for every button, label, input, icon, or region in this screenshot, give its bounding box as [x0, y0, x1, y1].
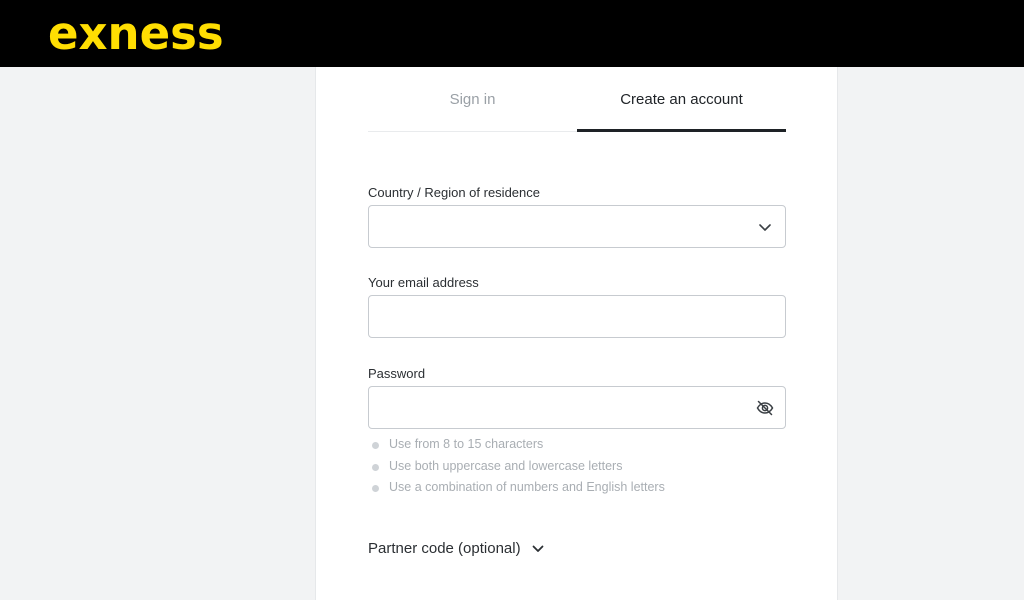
password-rule: Use a combination of numbers and English… [368, 480, 665, 502]
auth-card: Sign in Create an account Country / Regi… [315, 67, 838, 600]
password-field [368, 386, 786, 429]
email-label: Your email address [368, 275, 479, 290]
password-input[interactable] [381, 387, 745, 428]
chevron-down-icon [532, 545, 543, 552]
exness-logo[interactable]: exness [48, 6, 224, 62]
password-label: Password [368, 366, 426, 381]
bullet-icon [372, 442, 379, 449]
password-rules: Use from 8 to 15 characters Use both upp… [368, 437, 665, 502]
partner-code-toggle[interactable]: Partner code (optional) [368, 540, 545, 557]
country-label: Country / Region of residence [368, 185, 540, 200]
password-rule: Use both uppercase and lowercase letters [368, 459, 665, 481]
top-bar: exness [0, 0, 1024, 67]
bullet-icon [372, 485, 379, 492]
chevron-down-icon [759, 224, 771, 231]
password-rule: Use from 8 to 15 characters [368, 437, 665, 459]
partner-code-label: Partner code (optional) [368, 540, 521, 557]
country-select[interactable] [368, 205, 786, 248]
eye-off-icon[interactable] [755, 398, 775, 418]
tab-sign-in[interactable]: Sign in [368, 67, 577, 131]
email-field [368, 295, 786, 338]
tab-create-account[interactable]: Create an account [577, 67, 786, 132]
bullet-icon [372, 463, 379, 471]
email-input[interactable] [381, 296, 745, 337]
auth-tabs: Sign in Create an account [368, 67, 786, 132]
